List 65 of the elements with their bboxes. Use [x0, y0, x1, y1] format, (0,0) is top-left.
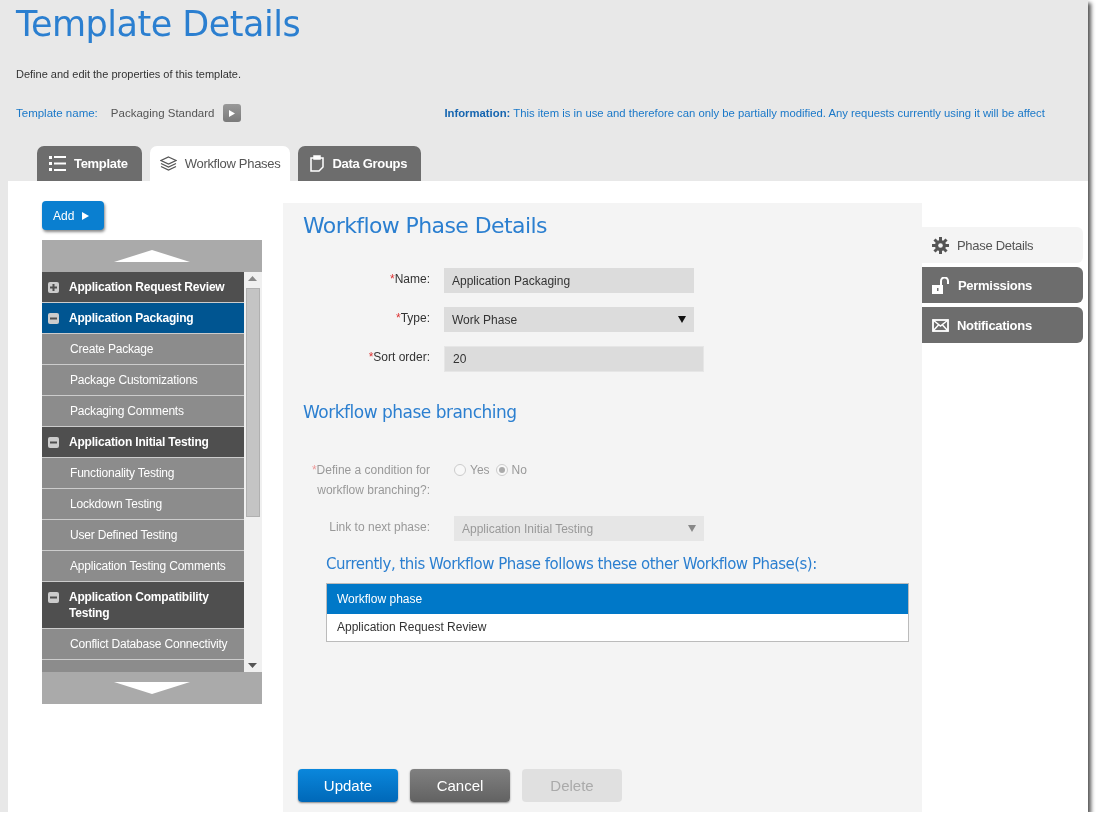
- phase-group-label: Application Packaging: [69, 310, 194, 326]
- field-label: Link to next phase:: [328, 519, 430, 534]
- column-header: Workflow phase: [327, 584, 908, 614]
- phase-step-item[interactable]: Create Package: [42, 334, 244, 364]
- expand-icon[interactable]: [48, 281, 59, 293]
- phase-step-item[interactable]: Package Customizations: [42, 365, 244, 395]
- open-padlock-icon: [932, 276, 950, 294]
- side-tab[interactable]: Phase Details: [922, 227, 1083, 263]
- phase-step-item[interactable]: Lockdown Testing: [42, 489, 244, 519]
- radio-label: No: [511, 463, 527, 477]
- table-cell-text: Application Request Review: [336, 619, 488, 636]
- phase-step-item[interactable]: User Defined Testing: [42, 520, 244, 550]
- section-title: Workflow Phase Details: [303, 213, 548, 238]
- tab[interactable]: Data Groups: [298, 146, 422, 181]
- play-button[interactable]: [223, 104, 242, 122]
- required-mark: *: [368, 350, 374, 364]
- play-icon: [229, 109, 236, 117]
- template-name-label: Template name:: [16, 107, 98, 119]
- scroll-up-icon[interactable]: [248, 276, 257, 281]
- clipboard-icon: [310, 155, 325, 172]
- section-title: Workflow phase branching: [303, 402, 518, 422]
- page-description: Define and edit the properties of this template.: [16, 68, 242, 80]
- add-button[interactable]: Add: [42, 201, 104, 230]
- side-tab[interactable]: Notifications: [922, 307, 1083, 343]
- side-tab[interactable]: Permissions: [922, 267, 1083, 303]
- collapse-icon[interactable]: [48, 312, 59, 324]
- envelope-icon: [932, 318, 949, 332]
- scroll-down-icon[interactable]: [248, 663, 257, 668]
- field-label: Type:: [400, 311, 430, 325]
- page-title: Template Details: [16, 3, 302, 46]
- down-arrow-icon: [114, 682, 190, 694]
- phase-step-item[interactable]: Conflict Database Connectivity: [42, 629, 244, 659]
- required-mark: *: [311, 463, 317, 477]
- phase-group-label: Application Request Review: [69, 279, 225, 295]
- radio-label: Yes: [470, 463, 490, 477]
- scrollbar[interactable]: [244, 272, 262, 672]
- collapse-icon[interactable]: [48, 436, 59, 448]
- type-dropdown[interactable]: Work Phase: [444, 307, 694, 332]
- action-button[interactable]: Cancel: [410, 769, 510, 802]
- dropdown-arrow-icon: [688, 525, 696, 532]
- template-name-value: Packaging Standard: [110, 107, 215, 119]
- required-mark: *: [390, 272, 395, 286]
- action-button[interactable]: Update: [298, 769, 398, 802]
- phase-group-label: Application Compatibility Testing: [69, 589, 210, 621]
- field-label: Name:: [394, 272, 430, 286]
- required-mark: *: [395, 311, 401, 325]
- numbered-list-icon: [49, 155, 66, 172]
- input-field[interactable]: 20: [444, 346, 704, 372]
- up-arrow-icon: [114, 250, 190, 262]
- field-label: Define a condition for workflow branching?:: [316, 463, 430, 497]
- phase-step-item[interactable]: Functionality Testing: [42, 458, 244, 488]
- layers-icon: [159, 156, 177, 171]
- phase-step-item[interactable]: Packaging Comments: [42, 396, 244, 426]
- phase-group-label: Application Initial Testing: [69, 434, 209, 450]
- field-label: Sort order:: [373, 350, 430, 364]
- dropdown-arrow-icon: [678, 316, 686, 323]
- tab[interactable]: Workflow Phases: [149, 146, 291, 181]
- play-icon: [82, 211, 90, 220]
- phase-step-item[interactable]: Application Testing Comments: [42, 551, 244, 581]
- tab[interactable]: Template: [37, 146, 142, 181]
- table-caption: Currently, this Workflow Phase follows these other Workflow Phase(s):: [326, 555, 818, 573]
- gear-icon: [932, 236, 949, 254]
- collapse-icon[interactable]: [48, 591, 59, 603]
- input-field[interactable]: Application Packaging: [444, 268, 694, 293]
- information-message: Information: This item is in use and therefore can only be partially modified. Any requests currently using it will be affect: [444, 107, 1045, 119]
